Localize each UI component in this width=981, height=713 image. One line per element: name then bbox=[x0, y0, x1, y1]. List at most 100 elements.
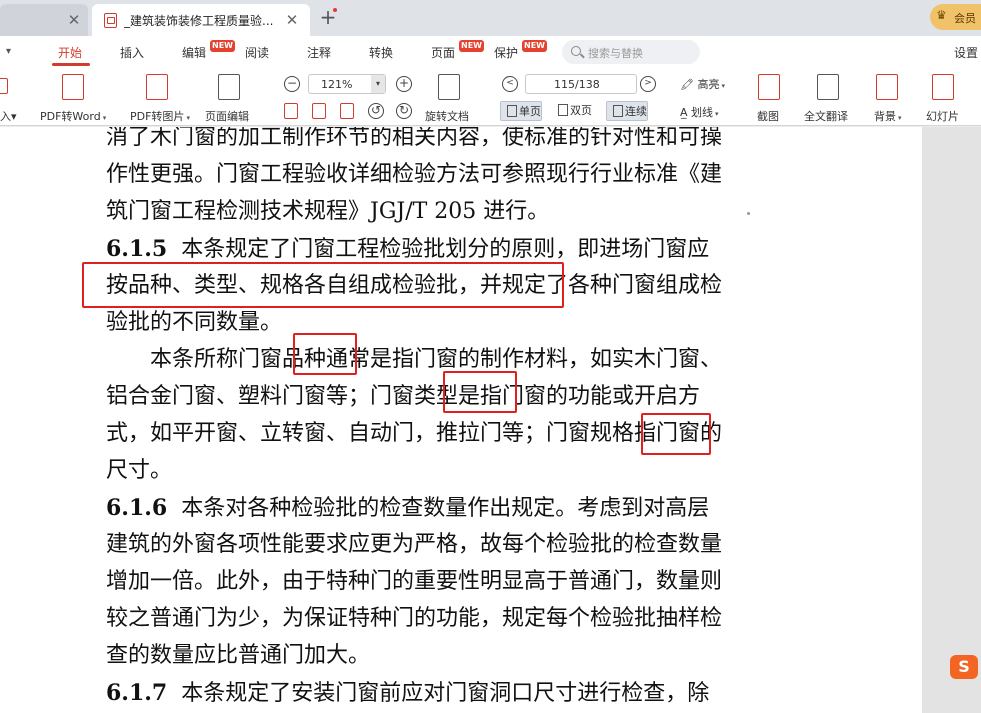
new-badge: NEW bbox=[522, 40, 547, 52]
text-line: 建筑的外窗各项性能要求应更为严格，故每个检验批的检查数量 bbox=[106, 532, 723, 557]
section-paragraph-6-1-5: 6.1.5 本条规定了门窗工程检验批划分的原则，即进场门窗应 bbox=[106, 235, 709, 264]
text-line: 较之普通门为少，为保证特种门的功能，规定每个检验批抽样检 bbox=[106, 606, 723, 631]
continuous-view-button[interactable]: 连续 bbox=[606, 101, 648, 121]
next-page-button[interactable]: > bbox=[640, 76, 656, 92]
menu-bar: ▾ 开始 插入 编辑 NEW 阅读 注释 转换 页面 NEW 保护 NEW 搜索… bbox=[0, 36, 981, 68]
underline-button[interactable]: A̲ 划线 ▾ bbox=[680, 104, 719, 120]
crown-icon: ♛ bbox=[936, 8, 947, 22]
text-line: 本条规定了安装门窗前应对门窗洞口尺寸进行检查，除 bbox=[181, 681, 710, 706]
zoom-dropdown-icon[interactable]: ▾ bbox=[371, 75, 385, 93]
menu-annotate[interactable]: 注释 bbox=[307, 44, 331, 61]
search-box[interactable]: 搜索与替换 bbox=[562, 40, 700, 64]
underline-icon: A̲ bbox=[680, 106, 688, 119]
translate-icon bbox=[817, 74, 839, 100]
menu-edit[interactable]: 编辑 bbox=[182, 44, 206, 61]
section-paragraph-6-1-6: 6.1.6 本条对各种检验批的检查数量作出规定。考虑到对高层 bbox=[106, 494, 709, 523]
continuous-icon bbox=[613, 105, 623, 117]
text-line: 作性更强。门窗工程验收详细检验方法可参照现行行业标准《建 bbox=[106, 162, 723, 187]
close-tab-icon[interactable]: ✕ bbox=[66, 12, 82, 28]
tab-previous-document[interactable]: ✕ bbox=[0, 4, 88, 36]
text-line: 消了木门窗的加工制作环节的相关内容，使标准的针对性和可操 bbox=[106, 127, 723, 150]
underline-label: 划线 bbox=[691, 106, 714, 119]
continuous-label: 连续 bbox=[625, 105, 647, 118]
red-annotation-box bbox=[293, 333, 357, 375]
document-page[interactable]: 消了木门窗的加工制作环节的相关内容，使标准的针对性和可操 作性更强。门窗工程验收… bbox=[0, 127, 922, 713]
page-edit-button[interactable]: 页面编辑 bbox=[205, 108, 249, 124]
text-line: 式，如平开窗、立转窗、自动门，推拉门等；门窗规格指门窗的 bbox=[106, 421, 723, 446]
screenshot-button[interactable]: 截图 bbox=[757, 108, 779, 124]
rotate-document-button[interactable]: 旋转文档 bbox=[425, 108, 469, 124]
actual-size-icon[interactable] bbox=[340, 103, 354, 119]
page-indicator: 115/138 bbox=[554, 78, 600, 91]
scrollbar-area[interactable] bbox=[922, 127, 981, 713]
single-page-icon bbox=[507, 105, 517, 117]
section-paragraph-6-1-7: 6.1.7 本条规定了安装门窗前应对门窗洞口尺寸进行检查，除 bbox=[106, 679, 709, 708]
slideshow-button[interactable]: 幻灯片 bbox=[926, 108, 959, 124]
zoom-in-button[interactable]: + bbox=[396, 76, 412, 92]
fit-width-icon[interactable] bbox=[312, 103, 326, 119]
menu-read[interactable]: 阅读 bbox=[245, 44, 269, 61]
dropdown-icon: ▾ bbox=[715, 110, 719, 118]
dropdown-icon: ▾ bbox=[102, 114, 107, 122]
text-line: 增加一倍。此外，由于特种门的重要性明显高于普通门，数量则 bbox=[106, 569, 723, 594]
rotate-right-icon[interactable]: ↻ bbox=[396, 103, 412, 119]
notification-dot bbox=[333, 8, 337, 12]
highlight-label: 高亮 bbox=[697, 78, 720, 91]
text-line: 筑门窗工程检测技术规程》JGJ/T 205 进行。 bbox=[106, 199, 550, 224]
zoom-select[interactable]: 121% ▾ bbox=[308, 74, 386, 94]
full-translate-button[interactable]: 全文翻译 bbox=[804, 108, 848, 124]
menu-convert[interactable]: 转换 bbox=[369, 44, 393, 61]
menu-insert[interactable]: 插入 bbox=[120, 44, 144, 61]
text-line: 尺寸。 bbox=[106, 458, 173, 483]
text-line: 铝合金门窗、塑料门窗等；门窗类型是指门窗的功能或开启方 bbox=[106, 384, 701, 409]
zoom-value: 121% bbox=[321, 78, 353, 91]
text-line: 本条对各种检验批的检查数量作出规定。考虑到对高层 bbox=[181, 496, 710, 521]
dropdown-icon: ▾ bbox=[898, 114, 902, 122]
dropdown-icon: ▾ bbox=[186, 114, 190, 122]
zoom-out-button[interactable]: − bbox=[284, 76, 300, 92]
pdf-file-icon bbox=[104, 13, 117, 28]
text-line: 本条所称门窗品种通常是指门窗的制作材料，如实木门窗、 bbox=[106, 347, 723, 372]
rotate-document-icon bbox=[438, 74, 460, 100]
section-number: 6.1.5 bbox=[106, 236, 168, 262]
pdf-to-image-button[interactable]: PDF转图片 ▾ bbox=[130, 108, 190, 124]
background-icon bbox=[876, 74, 898, 100]
double-page-label: 双页 bbox=[570, 104, 592, 117]
background-label: 背景 bbox=[874, 110, 896, 123]
new-badge: NEW bbox=[210, 40, 235, 52]
menu-protect[interactable]: 保护 bbox=[494, 44, 518, 61]
text-line: 查的数量应比普通门加大。 bbox=[106, 643, 371, 668]
page-mark bbox=[747, 212, 750, 215]
menu-page[interactable]: 页面 bbox=[431, 44, 455, 61]
section-number: 6.1.7 bbox=[106, 680, 168, 706]
toolbar: 入▾ PDF转Word ▾ PDF转图片 ▾ 页面编辑 − 121% ▾ + ↺ ↻… bbox=[0, 68, 981, 126]
red-annotation-box bbox=[443, 371, 517, 413]
single-page-view-button[interactable]: 单页 bbox=[500, 101, 542, 121]
insert-label[interactable]: 入▾ bbox=[0, 108, 17, 124]
double-page-view-button[interactable]: 双页 bbox=[552, 101, 592, 121]
background-button[interactable]: 背景 ▾ bbox=[874, 108, 902, 124]
new-badge: NEW bbox=[459, 40, 484, 52]
search-placeholder: 搜索与替换 bbox=[588, 47, 643, 60]
pdf-to-word-button[interactable]: PDF转Word ▾ bbox=[40, 108, 106, 124]
rotate-left-icon[interactable]: ↺ bbox=[368, 103, 384, 119]
active-menu-indicator bbox=[52, 63, 90, 66]
menu-collapse-icon[interactable]: ▾ bbox=[6, 46, 11, 57]
tab-title: _建筑装饰装修工程质量验... bbox=[124, 14, 274, 28]
text-line: 本条规定了门窗工程检验批划分的原则，即进场门窗应 bbox=[181, 237, 710, 262]
pdf-to-word-icon bbox=[62, 74, 84, 100]
fit-page-icon[interactable] bbox=[284, 103, 298, 119]
insert-icon bbox=[0, 78, 8, 94]
previous-page-button[interactable]: < bbox=[502, 76, 518, 92]
page-number-input[interactable]: 115/138 bbox=[525, 74, 637, 94]
highlight-button[interactable]: 🖍 高亮 ▾ bbox=[680, 76, 725, 92]
tab-active-document[interactable]: _建筑装饰装修工程质量验... ✕ bbox=[92, 4, 310, 36]
sogou-ime-icon[interactable]: S bbox=[950, 655, 978, 679]
close-tab-icon[interactable]: ✕ bbox=[284, 12, 300, 28]
menu-home[interactable]: 开始 bbox=[58, 44, 82, 61]
screenshot-icon bbox=[758, 74, 780, 100]
vip-member-button[interactable]: ♛ 会员 bbox=[930, 4, 981, 30]
red-annotation-box bbox=[82, 262, 564, 308]
menu-settings[interactable]: 设置 bbox=[954, 44, 978, 61]
tab-bar: ✕ _建筑装饰装修工程质量验... ✕ + ♛ 会员 bbox=[0, 0, 981, 36]
